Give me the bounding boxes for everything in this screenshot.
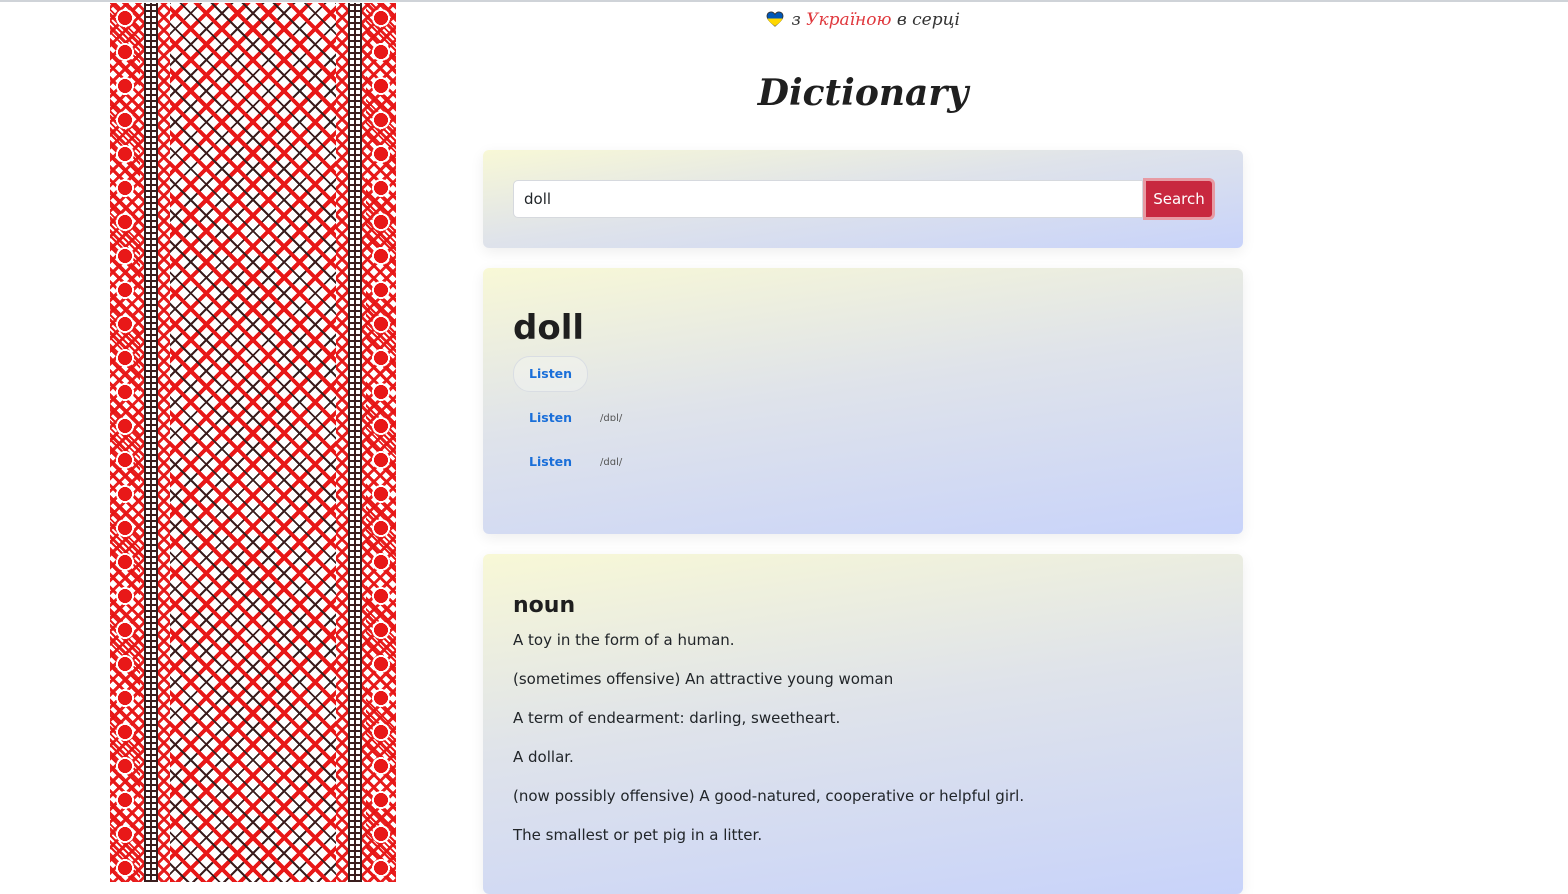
- part-of-speech: noun: [513, 593, 576, 618]
- definition-item: A term of endearment: darling, sweethear…: [513, 709, 841, 727]
- banner-accent: Україною: [806, 10, 892, 30]
- meaning-card: noun A toy in the form of a human. (some…: [483, 554, 1243, 894]
- ornament-center-pattern: [170, 3, 336, 882]
- banner-suffix: в серці: [896, 10, 960, 30]
- ornament-edge-left: [110, 3, 140, 882]
- ornament-edge-right: [366, 3, 396, 882]
- definition-item: A dollar.: [513, 748, 574, 766]
- banner-prefix: з: [791, 10, 801, 30]
- search-input[interactable]: [513, 180, 1143, 218]
- listen-button[interactable]: Listen: [513, 444, 588, 480]
- definition-list: A toy in the form of a human. (sometimes…: [513, 630, 1213, 845]
- search-button[interactable]: Search: [1143, 178, 1215, 220]
- phonetic-text: /dɑl/: [600, 456, 623, 468]
- phonetic-text: /dɒl/: [600, 412, 623, 424]
- ornament-stripe-left: [144, 3, 158, 882]
- listen-button[interactable]: Listen: [513, 356, 589, 392]
- search-card: Search: [483, 150, 1243, 248]
- phonetic-row: Listen /dɑl/: [513, 444, 1213, 480]
- definition-item: A toy in the form of a human.: [513, 631, 735, 649]
- word-card: doll Listen Listen /dɒl/ Listen /dɑl/: [483, 268, 1243, 534]
- definition-item: (now possibly offensive) A good-natured,…: [513, 787, 1025, 805]
- listen-button[interactable]: Listen: [513, 400, 588, 436]
- top-border: [0, 0, 1568, 2]
- ukraine-banner: з Україною в серці: [483, 10, 1243, 30]
- page-title: Dictionary: [757, 72, 969, 114]
- definition-item: The smallest or pet pig in a litter.: [513, 826, 763, 844]
- definition-item: (sometimes offensive) An attractive youn…: [513, 670, 894, 688]
- embroidery-ornament: [110, 3, 396, 882]
- ukraine-heart-icon: [766, 11, 784, 27]
- phonetic-row: Listen /dɒl/: [513, 400, 1213, 436]
- phonetic-row: Listen: [513, 356, 1213, 392]
- ornament-stripe-right: [348, 3, 362, 882]
- word-title: doll: [513, 308, 585, 348]
